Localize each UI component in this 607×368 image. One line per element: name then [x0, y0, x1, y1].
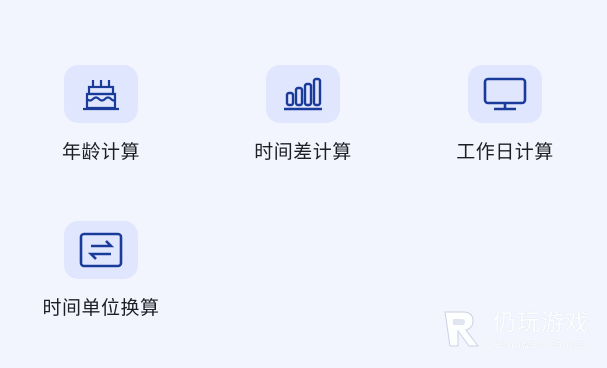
watermark-en: Rengwan Games: [493, 338, 586, 351]
bar-chart-icon: [266, 65, 340, 123]
tile-time-unit-conversion[interactable]: 时间单位换算: [21, 221, 181, 320]
tile-label: 时间差计算: [254, 141, 352, 163]
tile-workday-calculation[interactable]: 工作日计算: [425, 65, 585, 164]
tile-label: 时间单位换算: [42, 297, 160, 319]
swap-arrows-icon: [64, 221, 138, 279]
tile-label: 工作日计算: [456, 141, 554, 163]
watermark: 仍玩游戏 Rengwan Games: [441, 308, 589, 350]
watermark-logo-icon: [444, 311, 479, 347]
tile-time-difference[interactable]: 时间差计算: [223, 65, 383, 164]
cake-icon: [64, 65, 138, 123]
monitor-icon: [468, 65, 542, 123]
watermark-cn: 仍玩游戏: [493, 310, 589, 336]
tile-label: 年龄计算: [61, 141, 140, 163]
tile-age-calculation[interactable]: 年龄计算: [21, 65, 181, 164]
